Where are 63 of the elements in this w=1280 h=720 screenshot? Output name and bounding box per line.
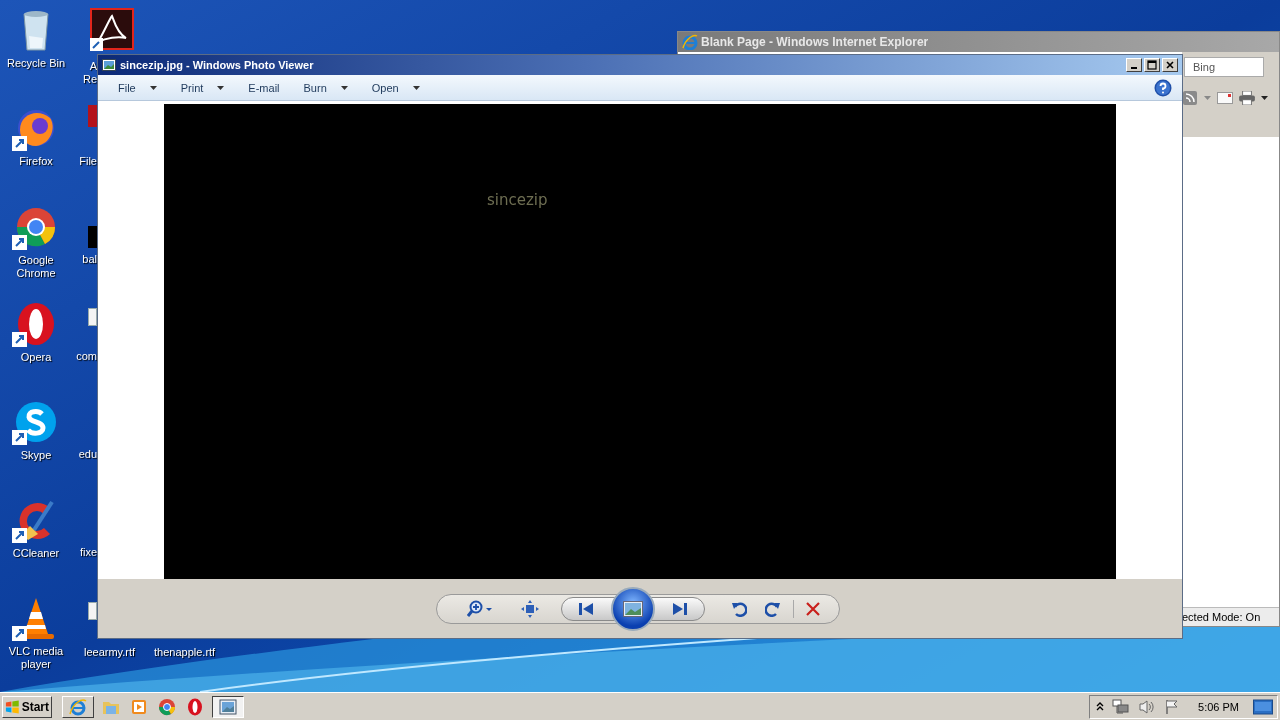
ring-logo-icon	[186, 697, 204, 716]
slideshow-button[interactable]	[611, 586, 655, 631]
menu-item[interactable]: Print	[174, 78, 231, 97]
desktop-icon-label[interactable]: bal	[82, 253, 97, 266]
show-desktop-icon[interactable]	[1253, 698, 1273, 715]
menu-item[interactable]: E-mail	[242, 78, 286, 97]
caret-icon[interactable]	[1261, 96, 1268, 100]
windows-logo-icon	[5, 698, 20, 715]
minimize-button[interactable]	[1126, 58, 1142, 72]
start-button[interactable]: Start	[2, 695, 52, 718]
ie-logo-icon	[682, 34, 698, 50]
chrome-circle-icon	[158, 697, 176, 716]
speaker-icon[interactable]	[1138, 698, 1157, 715]
maximize-button[interactable]	[1144, 58, 1160, 72]
menu-item[interactable]: Burn	[297, 78, 354, 97]
desktop-icon-label[interactable]: VLC media player	[1, 645, 71, 671]
help-icon[interactable]	[1154, 78, 1172, 97]
mail-icon[interactable]	[1217, 91, 1233, 105]
zoom-icon	[467, 599, 493, 618]
close-icon	[1165, 60, 1175, 70]
desktop-icon-label[interactable]: fixe	[79, 546, 97, 559]
desktop-icon-label[interactable]: A Re	[83, 60, 97, 86]
desktop-icon-label[interactable]: Recycle Bin	[1, 57, 71, 70]
desktop-icon-label[interactable]: thenapple.rtf	[154, 646, 216, 658]
taskbar-button[interactable]	[212, 695, 244, 718]
image-text: sincezip	[487, 191, 548, 209]
previous-button[interactable]	[561, 596, 615, 621]
minimize-icon	[1131, 66, 1137, 69]
delete-icon	[806, 601, 820, 616]
desktop-icon-label[interactable]: leearmy.rtf	[84, 646, 136, 658]
network-icon[interactable]	[1112, 698, 1131, 715]
desktop-icon-label[interactable]: com	[76, 350, 97, 363]
photo-viewer-icon	[219, 697, 237, 716]
desktop-icon-label[interactable]: edu	[78, 448, 97, 461]
desktop-icon-label[interactable]: Firefox	[1, 155, 71, 168]
search-field[interactable]: Bing	[1184, 57, 1264, 77]
ie-logo-icon	[69, 697, 87, 716]
desktop-icon-label[interactable]: File	[79, 155, 97, 168]
image-icon	[623, 600, 643, 617]
fit-icon	[521, 599, 539, 618]
desktop-icon-label[interactable]: Skype	[1, 449, 71, 462]
next-button[interactable]	[651, 596, 705, 621]
desktop-icon-label[interactable]: Opera	[1, 351, 71, 364]
desktop-icon-label[interactable]: CCleaner	[1, 547, 71, 560]
menu-item[interactable]: File	[112, 78, 163, 97]
next-icon	[673, 602, 687, 615]
rotate-right-icon	[765, 600, 781, 617]
menu-item[interactable]: Open	[365, 78, 426, 97]
previous-icon	[579, 602, 593, 615]
show-hidden-icons-icon[interactable]	[1096, 701, 1105, 712]
acrobat-logo-icon[interactable]	[90, 8, 134, 52]
media-player-icon	[130, 697, 148, 716]
photo-viewer-icon	[102, 59, 116, 71]
close-button[interactable]	[1162, 58, 1178, 72]
status-text: ected Mode: On	[1182, 611, 1261, 623]
desktop-icon-label[interactable]: Google Chrome	[1, 254, 71, 280]
window-title: sincezip.jpg - Windows Photo Viewer	[120, 59, 315, 71]
maximize-icon	[1147, 60, 1157, 70]
window-title: Blank Page - Windows Internet Explorer	[701, 35, 929, 49]
rotate-left-icon	[731, 600, 747, 617]
clock[interactable]: 5:06 PM	[1198, 700, 1239, 713]
printer-icon[interactable]	[1239, 91, 1255, 105]
feed-icon[interactable]	[1182, 91, 1198, 105]
